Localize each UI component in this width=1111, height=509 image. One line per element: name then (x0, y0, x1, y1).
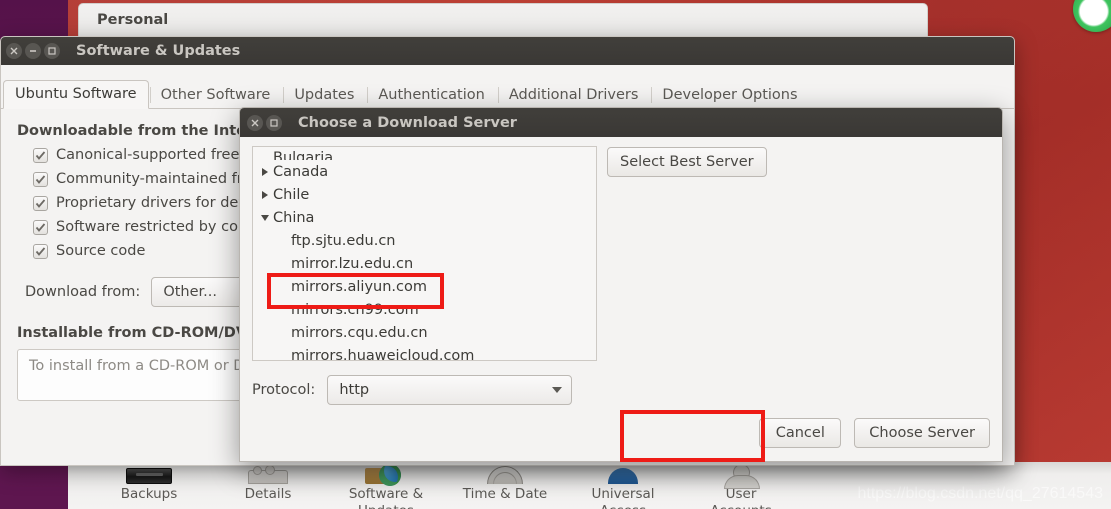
tab-updates[interactable]: Updates (282, 81, 366, 109)
tab-additional-drivers[interactable]: Additional Drivers (497, 81, 651, 109)
mirror-list[interactable]: Bulgaria Canada Chile China ftp.sjtu.edu… (252, 146, 597, 361)
panel-label-details: Details (244, 486, 292, 502)
panel-label-universal-access-2: Access (564, 503, 682, 509)
protocol-value: http (339, 382, 370, 398)
panel-label-time-date: Time & Date (462, 486, 548, 502)
download-from-label: Download from: (25, 284, 141, 300)
dialog-side: Select Best Server (607, 146, 767, 361)
checkbox-main[interactable] (33, 147, 48, 163)
panel-item-user-accounts[interactable]: User Accounts (682, 462, 800, 509)
choose-server-button[interactable]: Choose Server (854, 418, 990, 448)
list-item-label: Bulgaria (273, 150, 334, 160)
close-icon[interactable] (247, 114, 263, 131)
panel-item-universal-access[interactable]: Universal Access (564, 462, 682, 509)
panel-label-software-updates-2: Updates (327, 503, 445, 509)
checkbox-source-code[interactable] (33, 243, 48, 259)
watermark-text: https://blog.csdn.net/qq_27614543 (857, 485, 1103, 502)
checkbox-label-source-code: Source code (56, 243, 146, 259)
personal-window-title: Personal (97, 12, 169, 28)
list-item-label: mirrors.huaweicloud.com (291, 347, 475, 361)
checkbox-multiverse[interactable] (33, 219, 48, 235)
list-item[interactable]: Canada (253, 160, 596, 183)
checkbox-universe[interactable] (33, 171, 48, 187)
choose-download-server-dialog: Choose a Download Server Bulgaria Canada… (239, 107, 1003, 462)
user-accounts-icon (724, 464, 760, 489)
main-titlebar[interactable]: Software & Updates (1, 37, 1014, 65)
panel-item-details[interactable]: Details (209, 462, 327, 503)
download-from-value: Other... (163, 284, 217, 300)
tab-ubuntu-software[interactable]: Ubuntu Software (3, 80, 149, 109)
chevron-right-icon[interactable] (259, 190, 270, 199)
list-item-label: Canada (273, 163, 329, 180)
close-icon[interactable] (6, 43, 22, 59)
list-item[interactable]: Chile (253, 183, 596, 206)
panel-label-user-accounts-2: Accounts (682, 503, 800, 509)
chevron-right-icon[interactable] (259, 167, 270, 176)
list-item[interactable]: ftp.sjtu.edu.cn (253, 229, 596, 252)
protocol-combo[interactable]: http (327, 375, 573, 405)
list-item-mirrors-aliyun[interactable]: mirrors.aliyun.com (253, 275, 596, 298)
list-item-label: mirror.lzu.edu.cn (291, 255, 414, 272)
checkbox-restricted[interactable] (33, 195, 48, 211)
select-best-server-button[interactable]: Select Best Server (607, 147, 767, 177)
dialog-body: Bulgaria Canada Chile China ftp.sjtu.edu… (240, 137, 1002, 361)
list-item-label: China (273, 209, 315, 226)
panel-label-backups: Backups (120, 486, 178, 502)
list-item-label: mirrors.cqu.edu.cn (291, 324, 428, 341)
chevron-down-icon[interactable] (259, 214, 270, 221)
chevron-down-icon (552, 387, 563, 393)
tab-developer-options[interactable]: Developer Options (650, 81, 809, 109)
tabstrip: Ubuntu Software Other Software Updates A… (1, 79, 1014, 109)
protocol-row: Protocol: http (240, 361, 1002, 405)
universal-access-icon (608, 468, 638, 484)
dialog-title: Choose a Download Server (298, 114, 517, 131)
panel-item-backups[interactable]: Backups (90, 462, 208, 503)
list-item-label: ftp.sjtu.edu.cn (291, 232, 396, 249)
panel-label-universal-access: Universal (591, 486, 655, 502)
panel-item-time-date[interactable]: Time & Date (446, 462, 564, 503)
list-item[interactable]: mirrors.cn99.com (253, 298, 596, 321)
personal-window[interactable]: Personal (78, 3, 928, 37)
minimize-icon[interactable] (25, 43, 41, 59)
list-item[interactable]: mirror.lzu.edu.cn (253, 252, 596, 275)
details-icon (248, 465, 288, 484)
panel-item-software-updates[interactable]: Software & Updates (327, 462, 445, 509)
list-item-label: Chile (273, 186, 310, 203)
list-item[interactable]: China (253, 206, 596, 229)
list-item-label: mirrors.cn99.com (291, 301, 419, 318)
time-date-icon (487, 466, 523, 484)
software-updates-icon (365, 464, 407, 486)
tab-other-software[interactable]: Other Software (149, 81, 283, 109)
main-window-title: Software & Updates (76, 43, 241, 59)
maximize-icon[interactable] (44, 43, 60, 59)
cancel-button[interactable]: Cancel (759, 418, 842, 448)
protocol-label: Protocol: (252, 382, 316, 398)
dialog-titlebar[interactable]: Choose a Download Server (240, 108, 1002, 137)
backups-icon (126, 468, 172, 484)
list-item[interactable]: Bulgaria (253, 147, 596, 160)
panel-label-software-updates: Software & (348, 486, 424, 502)
maximize-icon[interactable] (266, 114, 282, 131)
dialog-footer: Cancel Choose Server (759, 418, 990, 448)
screen: Personal Backups Details Software & Upda… (0, 0, 1111, 509)
list-item[interactable]: mirrors.huaweicloud.com (253, 344, 596, 361)
list-item-label: mirrors.aliyun.com (291, 278, 427, 295)
list-item[interactable]: mirrors.cqu.edu.cn (253, 321, 596, 344)
tab-authentication[interactable]: Authentication (366, 81, 496, 109)
